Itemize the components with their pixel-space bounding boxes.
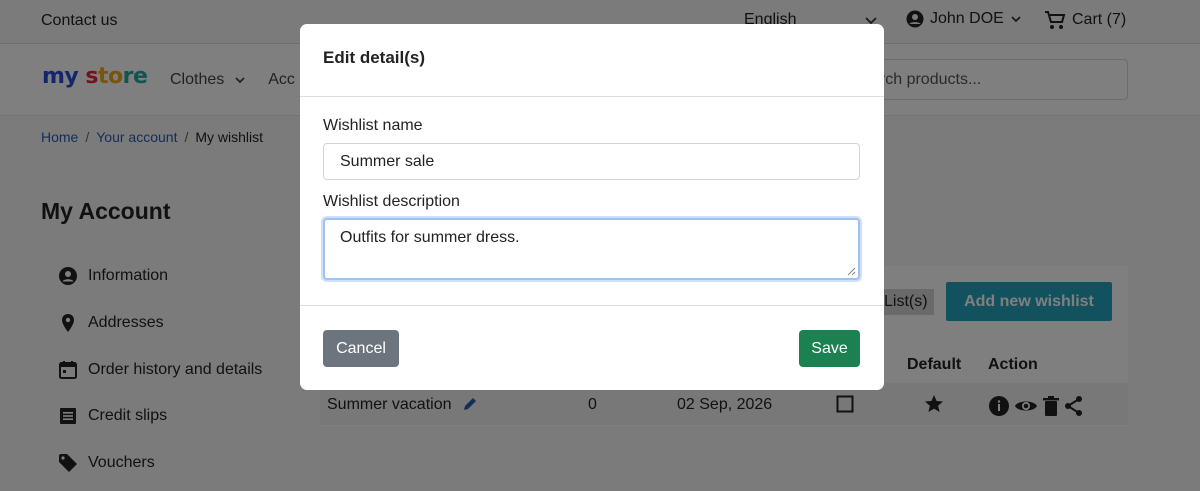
cancel-button[interactable]: Cancel [323, 330, 399, 367]
wishlist-description-value: Outfits for summer dress. [340, 229, 520, 246]
modal-title: Edit detail(s) [323, 48, 426, 67]
edit-wishlist-modal: Edit detail(s) Wishlist name Summer sale… [300, 24, 884, 390]
modal-header: Edit detail(s) [300, 24, 884, 97]
resize-handle-icon[interactable] [847, 267, 856, 276]
save-button[interactable]: Save [799, 330, 860, 367]
modal-footer: Cancel Save [300, 305, 884, 390]
wishlist-name-label: Wishlist name [323, 117, 423, 134]
wishlist-description-textarea[interactable]: Outfits for summer dress. [323, 218, 860, 280]
wishlist-name-input[interactable]: Summer sale [323, 143, 860, 180]
wishlist-description-label: Wishlist description [323, 193, 460, 210]
